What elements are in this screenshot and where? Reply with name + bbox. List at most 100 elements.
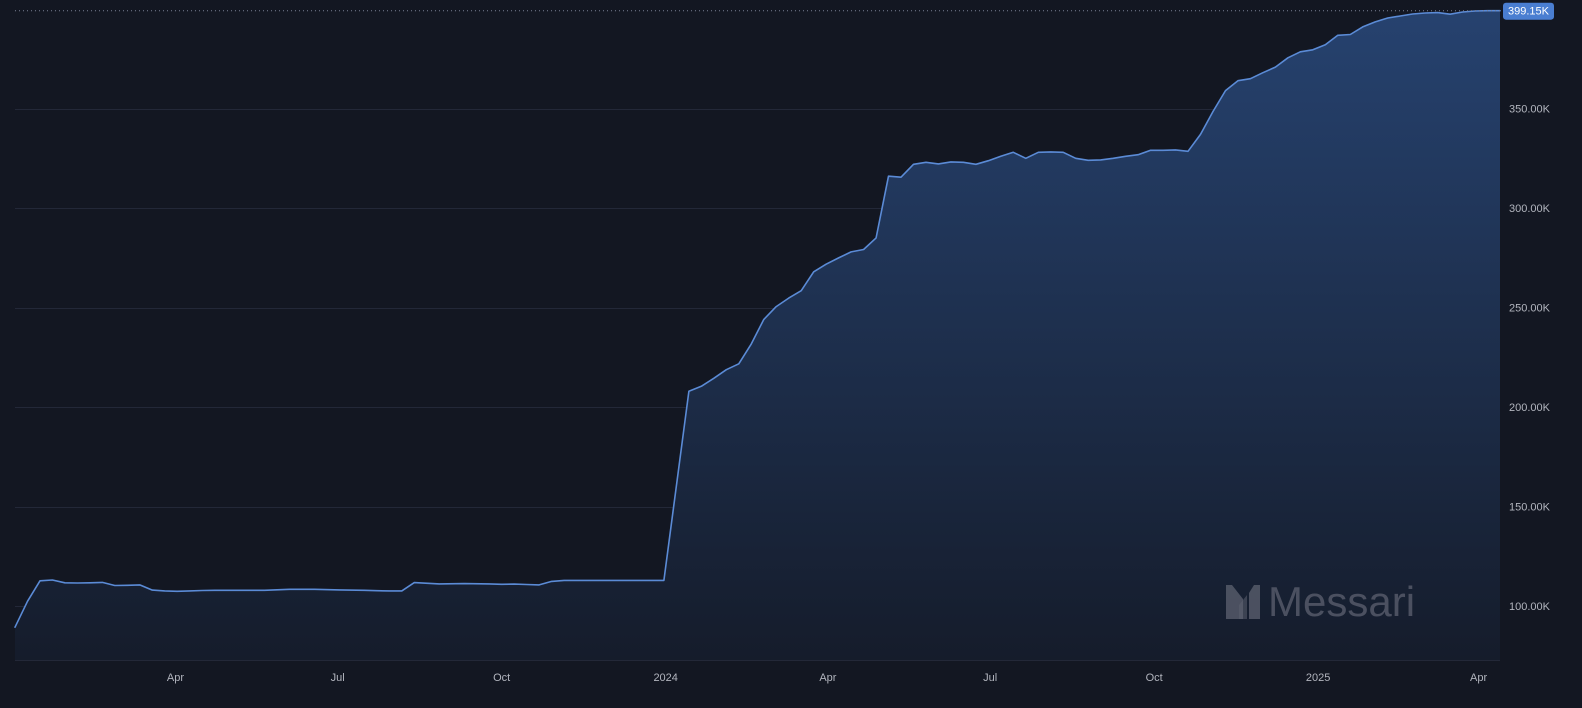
data-point-11 <box>152 590 153 591</box>
data-point-97 <box>1400 15 1401 16</box>
data-point-56 <box>888 176 889 177</box>
data-point-13 <box>177 591 178 592</box>
data-point-27 <box>439 583 440 584</box>
data-point-10 <box>139 584 140 585</box>
data-point-92 <box>1337 35 1338 36</box>
data-point-18 <box>264 590 265 591</box>
data-point-86 <box>1262 72 1263 73</box>
data-point-96 <box>1387 17 1388 18</box>
data-point-53 <box>851 251 852 252</box>
data-point-7 <box>102 582 103 583</box>
data-point-62 <box>963 162 964 163</box>
x-tick-label: Oct <box>1146 672 1163 684</box>
data-point-70 <box>1063 152 1064 153</box>
last-value-layer: 399.15K <box>15 2 1554 20</box>
series-area-fill <box>15 10 1500 660</box>
data-point-19 <box>289 589 290 590</box>
area-layer <box>14 9 1501 660</box>
data-point-95 <box>1375 21 1376 22</box>
data-point-41 <box>701 386 702 387</box>
data-point-28 <box>464 583 465 584</box>
x-tick-label: 2024 <box>653 672 677 684</box>
data-point-36 <box>588 580 589 581</box>
data-point-25 <box>401 590 402 591</box>
data-point-31 <box>514 584 515 585</box>
x-tick-label: 2025 <box>1306 672 1330 684</box>
data-point-9 <box>127 585 128 586</box>
data-point-50 <box>813 271 814 272</box>
data-point-16 <box>214 590 215 591</box>
y-tick-label: 100.00K <box>1509 601 1551 613</box>
data-point-82 <box>1212 111 1213 112</box>
data-point-83 <box>1225 90 1226 91</box>
data-point-73 <box>1100 159 1101 160</box>
data-point-51 <box>826 264 827 265</box>
data-point-63 <box>975 164 976 165</box>
data-point-14 <box>189 590 190 591</box>
messari-watermark: Messari <box>1226 578 1415 625</box>
data-point-81 <box>1200 134 1201 135</box>
data-point-15 <box>202 590 203 591</box>
data-point-37 <box>613 580 614 581</box>
y-tick-label: 250.00K <box>1509 303 1551 315</box>
y-tick-label: 150.00K <box>1509 502 1551 514</box>
data-point-2 <box>39 580 40 581</box>
data-point-64 <box>988 160 989 161</box>
x-tick-label: Apr <box>167 672 184 684</box>
data-point-40 <box>688 391 689 392</box>
data-point-59 <box>925 162 926 163</box>
data-point-99 <box>1425 12 1426 13</box>
data-point-34 <box>551 581 552 582</box>
data-point-6 <box>89 582 90 583</box>
x-tick-label: Apr <box>819 672 836 684</box>
area-chart[interactable]: Messari 100.00K 150.00K 200.00K 250.00K 300.… <box>0 0 1582 708</box>
data-point-0 <box>14 627 15 628</box>
x-tick-label: Oct <box>493 672 510 684</box>
data-point-4 <box>64 582 65 583</box>
data-point-61 <box>950 161 951 162</box>
data-point-5 <box>77 582 78 583</box>
data-point-69 <box>1050 151 1051 152</box>
data-point-45 <box>751 343 752 344</box>
data-point-87 <box>1275 67 1276 68</box>
data-point-101 <box>1450 14 1451 15</box>
data-point-89 <box>1300 51 1301 52</box>
data-point-20 <box>314 589 315 590</box>
data-point-8 <box>114 585 115 586</box>
data-point-55 <box>876 237 877 238</box>
data-point-42 <box>713 378 714 379</box>
data-point-32 <box>526 584 527 585</box>
data-point-100 <box>1437 12 1438 13</box>
data-point-49 <box>801 290 802 291</box>
data-point-26 <box>414 582 415 583</box>
data-point-66 <box>1013 152 1014 153</box>
last-value-label: 399.15K <box>1508 6 1550 18</box>
y-tick-label: 300.00K <box>1509 203 1551 215</box>
data-point-90 <box>1312 49 1313 50</box>
data-point-39 <box>663 580 664 581</box>
data-point-47 <box>776 306 777 307</box>
data-point-72 <box>1088 160 1089 161</box>
data-point-85 <box>1250 78 1251 79</box>
data-point-24 <box>389 590 390 591</box>
data-point-94 <box>1362 26 1363 27</box>
data-point-58 <box>913 164 914 165</box>
x-tick-label: Jul <box>331 672 345 684</box>
data-point-3 <box>52 579 53 580</box>
data-point-21 <box>339 589 340 590</box>
data-point-75 <box>1125 156 1126 157</box>
data-point-79 <box>1175 149 1176 150</box>
data-point-44 <box>738 363 739 364</box>
data-point-74 <box>1113 158 1114 159</box>
x-tick-label: Apr <box>1470 672 1487 684</box>
data-point-78 <box>1163 150 1164 151</box>
x-tick-label: Jul <box>983 672 997 684</box>
data-point-76 <box>1138 154 1139 155</box>
data-point-33 <box>539 584 540 585</box>
data-point-52 <box>838 257 839 258</box>
data-point-17 <box>239 590 240 591</box>
data-point-54 <box>863 249 864 250</box>
data-point-57 <box>900 177 901 178</box>
data-point-77 <box>1150 150 1151 151</box>
data-point-68 <box>1038 152 1039 153</box>
